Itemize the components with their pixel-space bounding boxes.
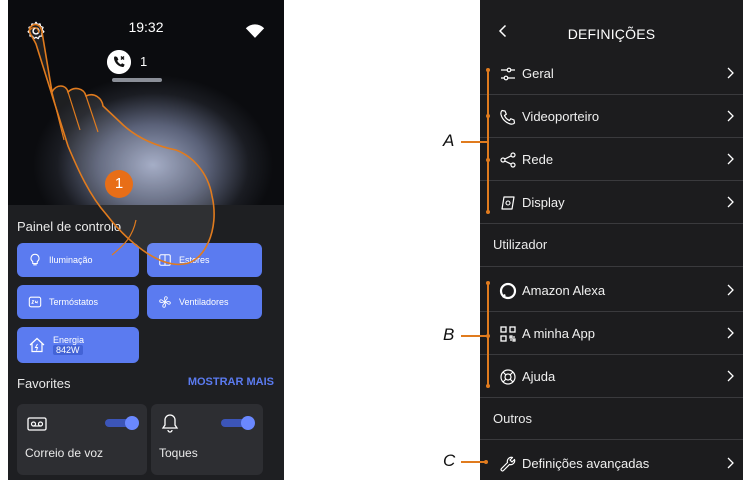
- settings-row-my-app[interactable]: A minha App: [480, 313, 743, 355]
- voicemail-toggle[interactable]: [105, 416, 139, 430]
- section-user: Utilizador: [493, 237, 548, 252]
- settings-row-label: Videoporteiro: [522, 109, 600, 124]
- tile-lighting[interactable]: Iluminação: [17, 243, 139, 277]
- bulb-icon: [30, 253, 40, 266]
- divider: [480, 439, 743, 440]
- ringtones-toggle[interactable]: [221, 416, 255, 430]
- sliders-icon: [501, 67, 515, 81]
- tile-label: Iluminação: [49, 255, 93, 265]
- tile-label: Termóstatos: [49, 297, 99, 307]
- home-header-area: 19:32 1: [8, 0, 284, 205]
- chevron-right-icon: [727, 67, 734, 79]
- favorite-label: Correio de voz: [25, 446, 104, 460]
- alexa-icon: [499, 282, 517, 300]
- settings-row-label: Geral: [522, 66, 554, 81]
- settings-row-label: Definições avançadas: [522, 456, 650, 471]
- settings-header: DEFINIÇÕES: [480, 0, 743, 52]
- chevron-right-icon: [727, 370, 734, 382]
- tile-thermostats[interactable]: Termóstatos: [17, 285, 139, 319]
- tile-label: Estores: [179, 255, 210, 265]
- share-icon: [500, 152, 516, 168]
- bell-icon: [161, 414, 179, 433]
- tile-label: Energia: [53, 335, 85, 345]
- shutter-icon: [159, 254, 171, 266]
- tile-fans[interactable]: Ventiladores: [147, 285, 262, 319]
- settings-row-videoporteiro[interactable]: Videoporteiro: [480, 96, 743, 138]
- notification-handle[interactable]: [112, 78, 162, 82]
- settings-row-label: Display: [522, 195, 565, 210]
- section-other: Outros: [493, 411, 533, 426]
- settings-title: DEFINIÇÕES: [567, 26, 656, 42]
- settings-row-display[interactable]: Display: [480, 182, 743, 224]
- divider: [480, 266, 743, 267]
- favorite-ringtones[interactable]: Toques: [151, 404, 263, 475]
- lifebuoy-icon: [500, 369, 516, 385]
- settings-row-label: Ajuda: [522, 369, 556, 384]
- settings-row-label: Rede: [522, 152, 554, 167]
- missed-call-count: 1: [140, 54, 148, 69]
- step-callout: 1: [105, 170, 133, 198]
- favorite-voicemail[interactable]: Correio de voz: [17, 404, 147, 475]
- energy-icon: [29, 337, 45, 353]
- wifi-icon: [245, 24, 265, 38]
- control-panel-title: Painel de controlo: [17, 219, 122, 234]
- settings-row-label: Amazon Alexa: [522, 283, 606, 298]
- wrench-icon: [500, 456, 516, 472]
- settings-row-rede[interactable]: Rede: [480, 139, 743, 181]
- missed-call-icon[interactable]: [107, 50, 131, 74]
- favorite-label: Toques: [159, 446, 198, 460]
- chevron-right-icon: [727, 327, 734, 339]
- status-time: 19:32: [128, 19, 164, 35]
- tile-label: Ventiladores: [179, 297, 229, 307]
- thermostat-icon: [28, 296, 42, 308]
- voicemail-icon: [27, 417, 47, 431]
- chevron-right-icon: [727, 284, 734, 296]
- annotation-c: C: [443, 451, 456, 470]
- chevron-right-icon: [727, 457, 734, 469]
- fan-icon: [159, 296, 171, 308]
- settings-row-help[interactable]: Ajuda: [480, 356, 743, 398]
- settings-row-alexa[interactable]: Amazon Alexa: [480, 270, 743, 312]
- settings-row-label: A minha App: [522, 326, 595, 341]
- favorites-title: Favorites: [17, 376, 71, 391]
- control-panel: Painel de controlo Iluminação Estores Te…: [8, 205, 284, 480]
- annotation-b: B: [443, 325, 455, 344]
- display-icon: [501, 196, 515, 210]
- tile-shutters[interactable]: Estores: [147, 243, 262, 277]
- show-more-link[interactable]: MOSTRAR MAIS: [188, 376, 274, 388]
- chevron-right-icon: [727, 110, 734, 122]
- energy-value: 842W: [53, 345, 83, 355]
- tile-energy[interactable]: Energia 842W: [17, 327, 139, 363]
- chevron-right-icon: [727, 196, 734, 208]
- home-screen: 19:32 1 Painel de controlo Iluminação Es…: [8, 0, 284, 480]
- phone-icon: [500, 109, 516, 125]
- chevron-right-icon: [727, 153, 734, 165]
- settings-row-geral[interactable]: Geral: [480, 53, 743, 95]
- qr-icon: [500, 326, 516, 342]
- settings-row-advanced[interactable]: Definições avançadas: [480, 443, 743, 485]
- annotation-a: A: [443, 131, 455, 150]
- settings-screen: DEFINIÇÕES Geral Videoporteiro Rede Disp…: [480, 0, 743, 480]
